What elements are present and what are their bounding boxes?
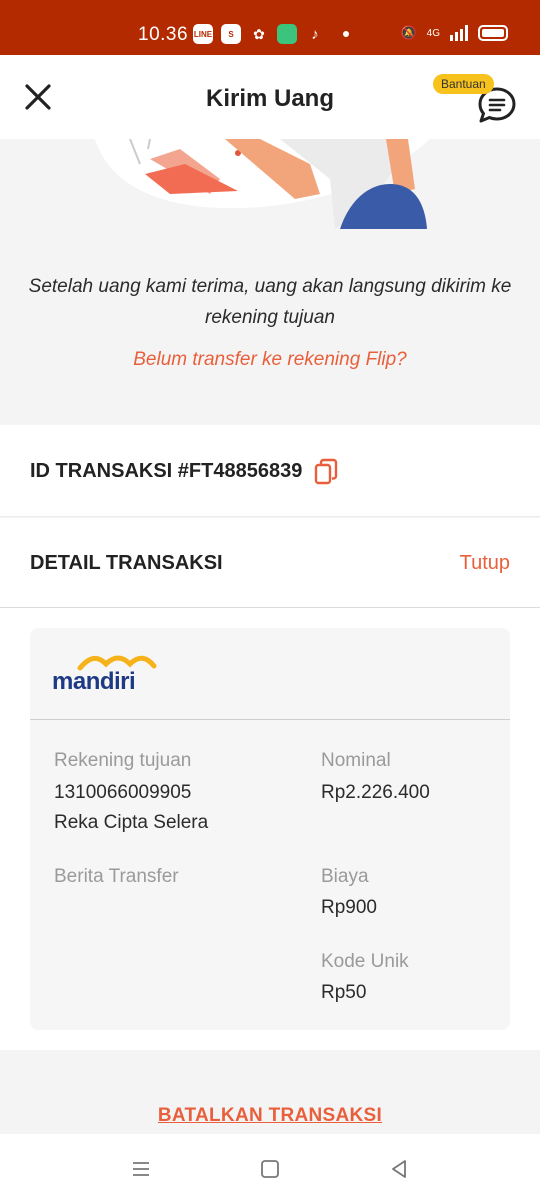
tiktok-icon: ♪ (311, 25, 319, 43)
detail-title: DETAIL TRANSAKSI (30, 552, 223, 574)
detail-header: DETAIL TRANSAKSI Tutup (0, 518, 540, 608)
back-button[interactable] (384, 1154, 414, 1184)
line-icon: LINE (193, 24, 213, 44)
app-bar: Kirim Uang Bantuan (0, 55, 540, 139)
help-button[interactable]: Bantuan (430, 73, 526, 129)
biaya-label: Biaya (321, 866, 369, 887)
menu-icon (133, 1162, 149, 1176)
nominal-label: Nominal (321, 750, 391, 771)
cancel-transaction-button[interactable]: BATALKAN TRANSAKSI (0, 1105, 540, 1127)
cancel-area: BATALKAN TRANSAKSI (0, 1050, 540, 1134)
info-message: Setelah uang kami terima, uang akan lang… (28, 276, 512, 328)
notification-icons: LINE S ✿ ♪ (193, 24, 349, 44)
bank-name: mandiri (52, 668, 136, 695)
copy-icon[interactable] (313, 458, 339, 486)
battery-icon (478, 25, 508, 41)
system-icons: 🔕 4G (400, 25, 508, 41)
shopee-icon: S (221, 24, 241, 44)
info-section: Setelah uang kami terima, uang akan lang… (0, 139, 540, 425)
home-button[interactable] (255, 1154, 285, 1184)
more-notifications-icon (343, 31, 349, 37)
system-nav-bar (0, 1134, 540, 1200)
biaya-value: Rp900 (321, 897, 377, 918)
browser-icon: ✿ (253, 25, 265, 42)
kode-unik-value: Rp50 (321, 982, 367, 1003)
bank-detail-card: mandiri Rekening tujuan 1310066009905 Re… (30, 628, 510, 1030)
kode-unik-label: Kode Unik (321, 951, 409, 972)
not-transferred-link[interactable]: Belum transfer ke rekening Flip? (0, 349, 540, 371)
back-triangle-icon (392, 1160, 406, 1178)
berita-label: Berita Transfer (54, 866, 179, 887)
close-detail-button[interactable]: Tutup (460, 552, 510, 575)
rekening-label: Rekening tujuan (54, 750, 192, 771)
recent-apps-button[interactable] (126, 1154, 156, 1184)
rekening-name: Reka Cipta Selera (54, 812, 209, 833)
nominal-value: Rp2.226.400 (321, 782, 430, 803)
network-type: 4G (426, 27, 440, 39)
status-time: 10.36 (138, 24, 189, 45)
help-badge: Bantuan (433, 74, 494, 94)
transaction-id: ID TRANSAKSI #FT48856839 (30, 460, 303, 482)
chat-app-icon (277, 24, 297, 44)
transfer-illustration (95, 139, 430, 229)
transaction-id-row: ID TRANSAKSI #FT48856839 (0, 425, 540, 517)
status-bar: 10.36 LINE S ✿ ♪ 🔕 4G (0, 0, 540, 55)
detail-body: mandiri Rekening tujuan 1310066009905 Re… (0, 608, 540, 1050)
bank-row: mandiri (30, 628, 510, 720)
rekening-number: 1310066009905 (54, 782, 192, 803)
mute-icon: 🔕 (400, 25, 417, 40)
home-square-icon (261, 1160, 279, 1178)
signal-icon (450, 25, 468, 41)
